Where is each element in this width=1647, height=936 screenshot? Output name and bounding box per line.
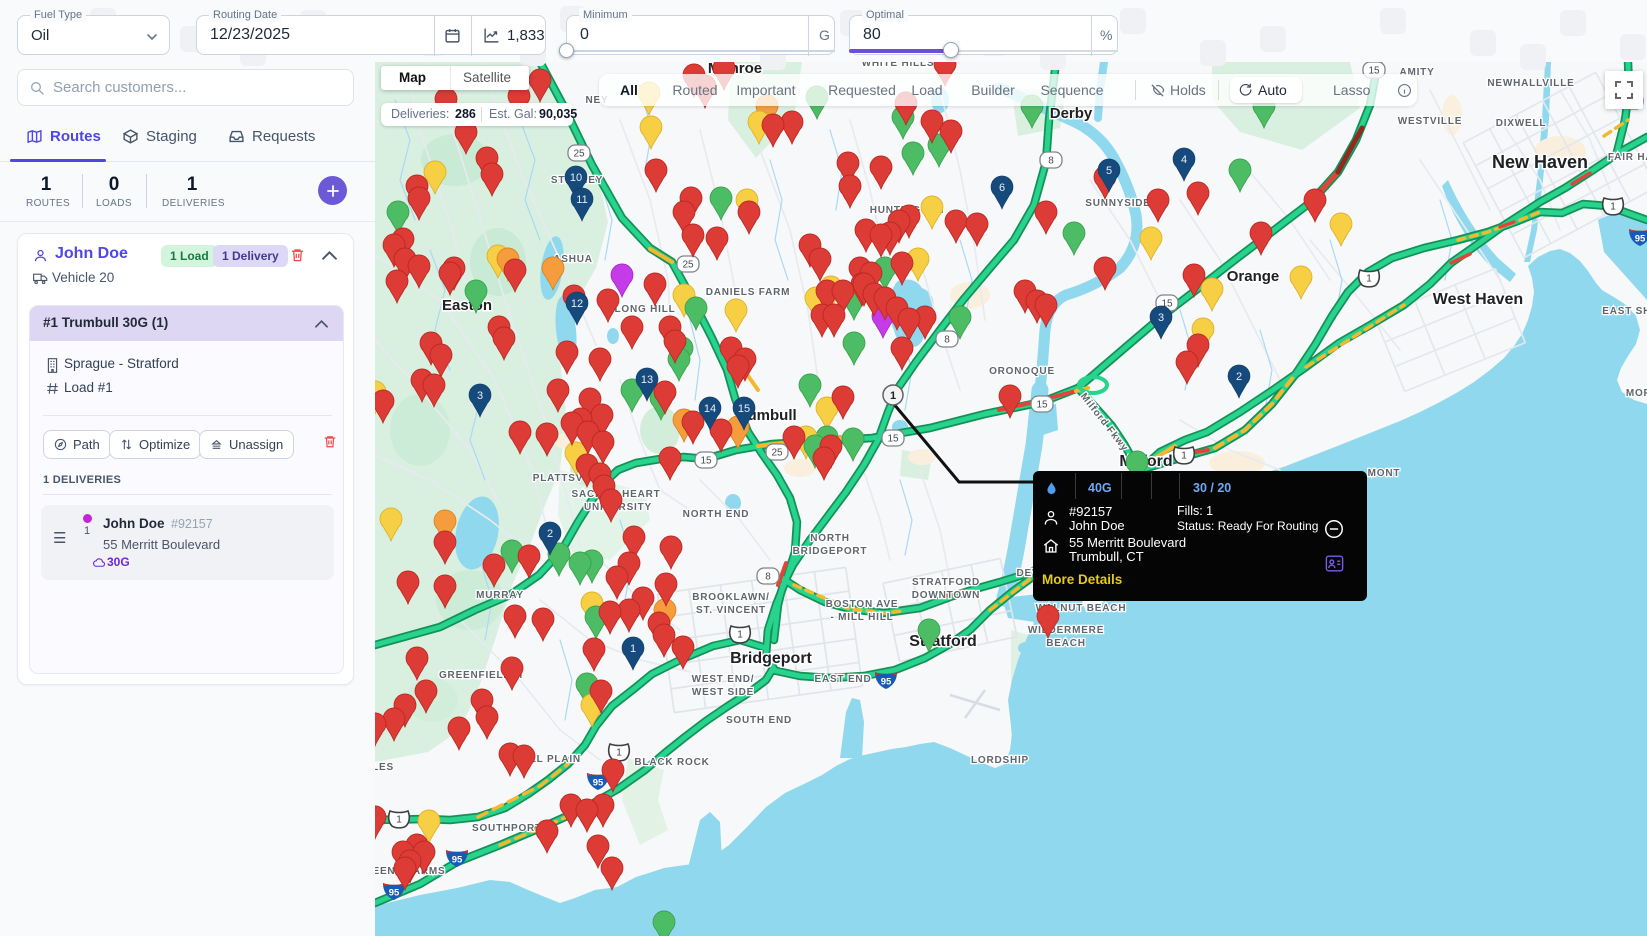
svg-text:15: 15 — [738, 403, 750, 415]
svg-text:ORONOQUE: ORONOQUE — [989, 366, 1055, 377]
svg-text:LES: LES — [375, 762, 394, 773]
svg-text:SOUTH END: SOUTH END — [726, 715, 792, 726]
svg-text:95: 95 — [389, 888, 400, 899]
svg-text:DOWNTOWN: DOWNTOWN — [912, 590, 980, 601]
svg-text:6: 6 — [999, 182, 1005, 194]
svg-text:15: 15 — [700, 456, 712, 467]
svg-text:8: 8 — [765, 572, 771, 583]
svg-text:13: 13 — [641, 374, 653, 386]
svg-text:BEACH: BEACH — [1046, 638, 1086, 649]
svg-text:1: 1 — [737, 630, 743, 641]
svg-text:1: 1 — [630, 643, 636, 655]
svg-text:DANIELS FARM: DANIELS FARM — [706, 287, 791, 298]
svg-text:14: 14 — [704, 403, 716, 415]
svg-text:1: 1 — [890, 390, 896, 402]
svg-text:SUNNYSIDE: SUNNYSIDE — [1085, 198, 1151, 209]
svg-text:STRATFORD: STRATFORD — [912, 577, 980, 588]
svg-text:BOSTON AVE: BOSTON AVE — [826, 599, 899, 610]
svg-text:25: 25 — [771, 448, 783, 459]
svg-text:MORG: MORG — [1626, 388, 1647, 399]
svg-text:New Haven: New Haven — [1492, 152, 1588, 172]
svg-text:LONG HILL: LONG HILL — [614, 304, 675, 315]
svg-text:1: 1 — [1366, 274, 1372, 285]
svg-text:WEST SIDE: WEST SIDE — [692, 687, 754, 698]
svg-text:WEST END/: WEST END/ — [692, 674, 755, 685]
svg-text:West Haven: West Haven — [1433, 291, 1523, 308]
svg-text:1: 1 — [1610, 202, 1616, 213]
svg-text:8: 8 — [1048, 156, 1054, 167]
svg-text:95: 95 — [881, 677, 892, 688]
svg-text:NORTH: NORTH — [810, 533, 850, 544]
svg-text:Easton: Easton — [442, 297, 492, 314]
svg-text:15: 15 — [887, 434, 899, 445]
svg-text:95: 95 — [593, 778, 604, 789]
svg-text:WESTVILLE: WESTVILLE — [1398, 116, 1462, 127]
svg-text:DIXWELL: DIXWELL — [1496, 118, 1547, 129]
svg-text:WHITE HILLS: WHITE HILLS — [862, 62, 935, 69]
svg-text:Derby: Derby — [1050, 105, 1093, 122]
svg-text:25: 25 — [573, 149, 585, 160]
svg-text:BRIDGEPORT: BRIDGEPORT — [793, 546, 868, 557]
svg-text:2: 2 — [547, 528, 553, 540]
svg-text:SOUTHPORT: SOUTHPORT — [472, 823, 542, 834]
svg-text:EAST SHO: EAST SHO — [1602, 306, 1647, 317]
svg-text:Orange: Orange — [1227, 268, 1280, 285]
svg-text:11: 11 — [576, 194, 587, 206]
svg-text:ST. VINCENT: ST. VINCENT — [696, 605, 766, 616]
svg-text:WILDERMERE: WILDERMERE — [1028, 625, 1104, 636]
svg-text:12: 12 — [571, 298, 583, 310]
svg-text:FAIR HAV: FAIR HAV — [1608, 152, 1647, 163]
svg-text:3: 3 — [1158, 312, 1164, 324]
svg-text:MURRAY: MURRAY — [476, 590, 524, 601]
svg-text:LORDSHIP: LORDSHIP — [971, 755, 1029, 766]
svg-text:3: 3 — [477, 390, 483, 402]
svg-text:EAST END: EAST END — [815, 674, 872, 685]
svg-text:NEWHALLVILLE: NEWHALLVILLE — [1487, 78, 1574, 89]
svg-text:8: 8 — [944, 335, 950, 346]
svg-text:Bridgeport: Bridgeport — [730, 650, 812, 667]
svg-text:10: 10 — [570, 172, 582, 184]
svg-text:1: 1 — [396, 815, 402, 826]
svg-text:BROOKLAWN/: BROOKLAWN/ — [692, 592, 769, 603]
svg-text:25: 25 — [682, 260, 694, 271]
svg-text:2: 2 — [1236, 371, 1242, 383]
svg-text:15: 15 — [1036, 400, 1048, 411]
svg-text:95: 95 — [1635, 234, 1646, 245]
svg-text:4: 4 — [1181, 154, 1187, 166]
svg-text:NORTH END: NORTH END — [683, 509, 750, 520]
svg-text:BLACK ROCK: BLACK ROCK — [634, 757, 709, 768]
svg-text:95: 95 — [452, 855, 463, 866]
svg-text:5: 5 — [1106, 165, 1112, 177]
svg-text:1: 1 — [616, 748, 622, 759]
svg-text:MONT: MONT — [1368, 468, 1401, 479]
svg-text:- MILL HILL: - MILL HILL — [830, 612, 893, 623]
svg-text:1: 1 — [1181, 451, 1187, 462]
